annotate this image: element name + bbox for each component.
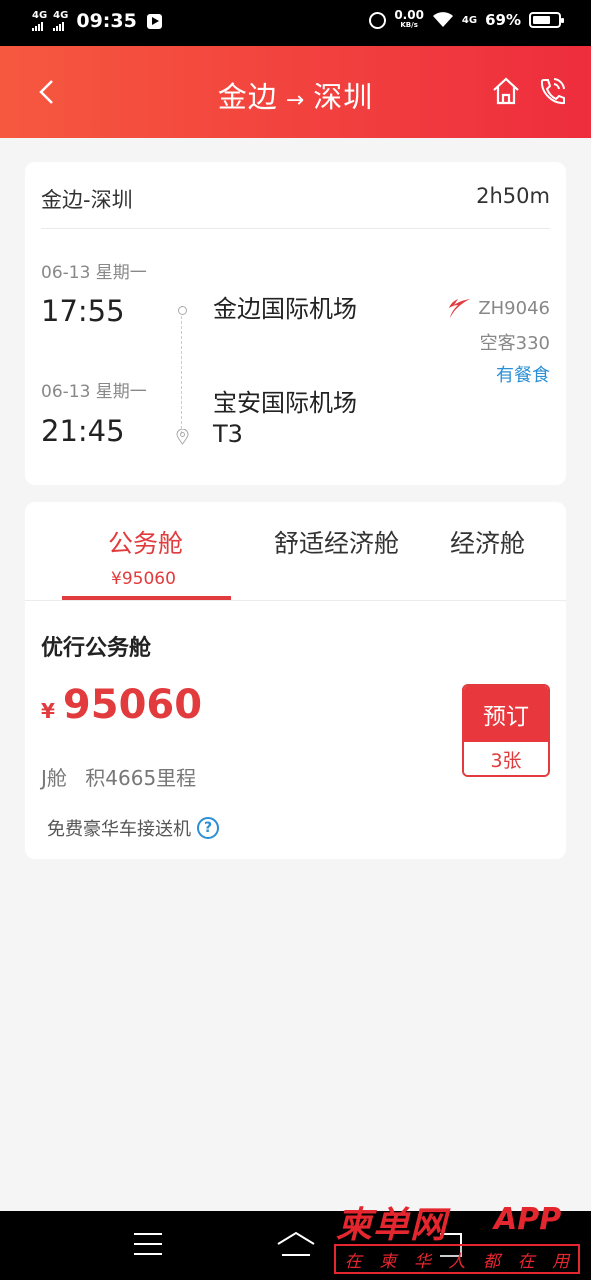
status-right: 0.00 KB/s 4G 69%	[369, 8, 564, 30]
departure-dot-icon	[178, 306, 187, 315]
divider	[25, 600, 566, 601]
tab-premium-economy[interactable]: 舒适经济舱	[274, 524, 399, 560]
departure-airport: 金边国际机场	[213, 295, 357, 323]
flight-number-label: ZH9046	[478, 297, 550, 319]
network-label-1: 4G	[32, 10, 48, 21]
home-icon[interactable]	[491, 76, 521, 106]
app-header: 金边 → 深圳	[0, 46, 591, 138]
meal-info[interactable]: 有餐食	[496, 361, 550, 387]
currency-symbol: ¥	[41, 699, 55, 723]
network-indicator-2: 4G	[53, 11, 68, 31]
departure-date: 06-13 星期一	[41, 263, 147, 283]
cabin-card: 公务舱 ¥95060 舒适经济舱 经济舱 优行公务舱 ¥ 95060 预订 3张…	[25, 502, 566, 859]
status-left: 4G 4G 09:35	[32, 10, 162, 32]
slogan-char: 在	[344, 1251, 362, 1272]
book-button-label: 预订	[464, 686, 548, 742]
network-label-2: 4G	[53, 10, 69, 21]
arrival-airport: 宝安国际机场T3	[213, 389, 357, 448]
wifi-icon	[432, 12, 453, 27]
flight-duration: 2h50m	[476, 184, 550, 208]
title-arrow: →	[285, 88, 306, 113]
menu-icon[interactable]	[134, 1233, 162, 1263]
service-label: 免费豪华车接送机	[47, 819, 191, 840]
route-row: 金边-深圳 2h50m	[41, 184, 550, 214]
tab-business-price: ¥95060	[111, 569, 176, 589]
fare-price: ¥ 95060	[41, 682, 202, 728]
phone-icon[interactable]	[537, 76, 565, 106]
alarm-icon	[369, 11, 387, 29]
network-speed: 0.00 KB/s	[394, 8, 424, 30]
fare-name: 优行公务舱	[41, 636, 152, 661]
speed-value: 0.00	[394, 8, 424, 22]
watermark-app: APP	[494, 1202, 562, 1237]
airline-logo-icon	[449, 299, 471, 318]
signal-bars-icon	[53, 21, 68, 31]
slogan-char: 柬	[379, 1251, 397, 1272]
flight-info-card: 金边-深圳 2h50m 06-13 星期一 17:55 金边国际机场 06-13…	[25, 162, 566, 485]
watermark-slogan: 在 柬 华 人 都 在 用	[334, 1244, 580, 1274]
mileage: 积4665里程	[85, 766, 197, 790]
slogan-char: 人	[448, 1251, 466, 1272]
timeline-line	[181, 306, 183, 434]
media-play-icon	[146, 13, 162, 29]
battery-icon	[529, 12, 564, 28]
watermark-brand: 柬单网	[336, 1205, 448, 1246]
status-time: 09:35	[76, 10, 137, 32]
departure-time: 17:55	[41, 294, 125, 328]
header-actions	[491, 76, 565, 106]
network-indicator-1: 4G	[32, 11, 47, 31]
route-label: 金边-深圳	[41, 188, 133, 212]
title-destination: 深圳	[313, 80, 374, 114]
tab-economy[interactable]: 经济舱	[450, 524, 525, 560]
status-bar: 4G 4G 09:35 0.00 KB/s 4G 69%	[0, 0, 591, 46]
help-icon[interactable]: ?	[197, 817, 219, 839]
book-button[interactable]: 预订 3张	[462, 684, 550, 777]
signal-bars-icon	[32, 21, 47, 31]
signal-4g-label: 4G	[461, 14, 478, 26]
service-info: 免费豪华车接送机 ?	[47, 815, 219, 841]
aircraft-type: 空客330	[479, 333, 550, 354]
slogan-char: 都	[483, 1251, 501, 1272]
divider	[41, 228, 550, 229]
battery-percent: 69%	[485, 11, 521, 29]
slogan-char: 用	[552, 1251, 570, 1272]
flight-number: ZH9046	[446, 296, 550, 320]
speed-unit: KB/s	[400, 21, 418, 29]
location-pin-icon	[176, 429, 189, 445]
home-nav-icon[interactable]	[276, 1229, 316, 1259]
tab-business[interactable]: 公务舱	[108, 524, 183, 560]
battery-fill	[533, 16, 550, 24]
arrival-date: 06-13 星期一	[41, 382, 147, 402]
watermark: 柬单网 APP 在 柬 华 人 都 在 用	[334, 1196, 584, 1280]
slogan-char: 华	[413, 1251, 431, 1272]
cabin-class-info: J舱 积4665里程	[41, 762, 196, 791]
arrival-time: 21:45	[41, 414, 125, 448]
cabin-class: J舱	[41, 766, 67, 790]
title-origin: 金边	[217, 80, 278, 114]
price-amount: 95060	[62, 682, 203, 728]
slogan-char: 在	[517, 1251, 535, 1272]
seats-remaining: 3张	[464, 742, 548, 775]
